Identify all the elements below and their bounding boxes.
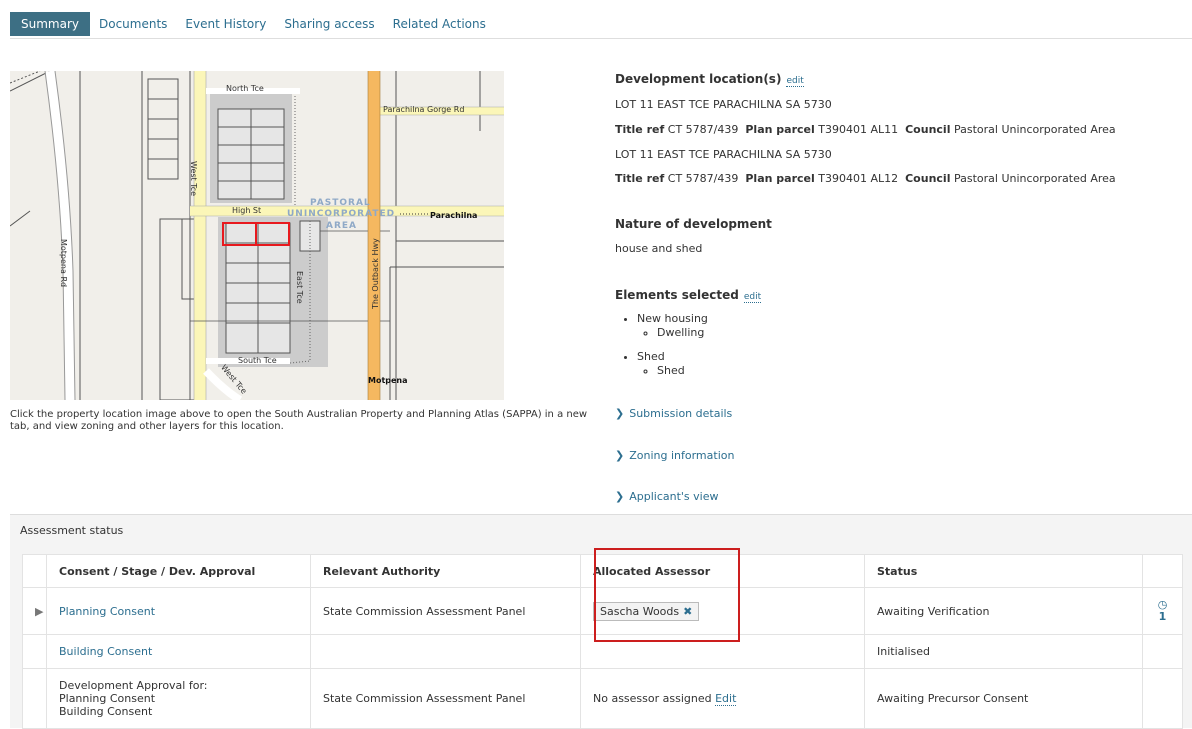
edit-assessor-link[interactable]: Edit — [715, 692, 737, 706]
tab-divider — [10, 38, 1192, 39]
assessor-chip: Sascha Woods ✖ — [593, 601, 700, 621]
development-approval-item: Building Consent — [59, 705, 153, 718]
no-assessor-text: No assessor assigned — [593, 692, 712, 705]
title-ref-label: Title ref — [615, 123, 665, 136]
header-actions — [1142, 554, 1183, 588]
development-approval-item: Planning Consent — [59, 692, 156, 705]
table-row: Development Approval for: Planning Conse… — [22, 668, 1183, 729]
nature-of-development-heading: Nature of development — [615, 217, 772, 231]
plan-parcel-label: Plan parcel — [745, 123, 815, 136]
expander-label: Zoning information — [629, 449, 735, 462]
zoning-information-expander[interactable]: ❯ Zoning information — [615, 449, 734, 462]
plan-parcel-value: T390401 AL12 — [818, 172, 899, 185]
assessment-status-title: Assessment status — [20, 524, 124, 537]
map-label-parachilna: Parachilna — [430, 211, 478, 220]
council-label: Council — [905, 123, 951, 136]
element-label: New housing — [637, 312, 708, 325]
tab-summary[interactable]: Summary — [10, 12, 90, 36]
header-assessor: Allocated Assessor — [580, 554, 865, 588]
plan-parcel-value: T390401 AL11 — [818, 123, 899, 136]
map-label-pastoral: PASTORAL — [310, 198, 371, 208]
list-item: Shed Shed — [637, 350, 708, 378]
development-approval-cell: Development Approval for: Planning Conse… — [46, 668, 311, 729]
map-label-the-outback-hwy: The Outback Hwy — [371, 238, 380, 309]
council-value: Pastoral Unincorporated Area — [953, 172, 1116, 185]
header-consent: Consent / Stage / Dev. Approval — [46, 554, 311, 588]
plan-parcel-label: Plan parcel — [745, 172, 815, 185]
location-parcel-2: Title ref CT 5787/439 Plan parcel T39040… — [615, 172, 1116, 185]
list-item: Shed — [657, 364, 708, 378]
status-cell: Initialised — [864, 634, 1143, 669]
planning-consent-link[interactable]: Planning Consent — [59, 605, 155, 618]
building-consent-link[interactable]: Building Consent — [59, 645, 152, 658]
elements-selected-heading: Elements selected — [615, 288, 739, 302]
table-row: Building Consent Initialised — [22, 634, 1183, 669]
map-label-motpena: Motpena — [368, 376, 408, 385]
chevron-right-icon: ❯ — [615, 407, 625, 420]
history-cell[interactable]: ◷ 1 — [1142, 587, 1183, 635]
tab-sharing-access[interactable]: Sharing access — [275, 12, 383, 36]
authority-cell: State Commission Assessment Panel — [310, 587, 581, 635]
location-parcel-1: Title ref CT 5787/439 Plan parcel T39040… — [615, 123, 1116, 136]
location-address-2: LOT 11 EAST TCE PARACHILNA SA 5730 — [615, 148, 832, 161]
status-cell: Awaiting Precursor Consent — [864, 668, 1143, 729]
tab-bar: Summary Documents Event History Sharing … — [10, 12, 495, 36]
map-label-south-tce: South Tce — [238, 356, 277, 365]
header-status: Status — [864, 554, 1143, 588]
table-header-row: Consent / Stage / Dev. Approval Relevant… — [22, 554, 1183, 588]
map-label-parachilna-gorge-rd: Parachilna Gorge Rd — [383, 105, 465, 114]
elements-list: New housing Dwelling Shed Shed — [615, 312, 708, 378]
assessment-table: Consent / Stage / Dev. Approval Relevant… — [22, 554, 1183, 729]
triangle-right-icon[interactable]: ▶ — [22, 587, 47, 635]
expander-label: Applicant's view — [629, 490, 719, 503]
chevron-right-icon: ❯ — [615, 490, 625, 503]
edit-elements-link[interactable]: edit — [743, 292, 762, 303]
assessor-cell: No assessor assigned Edit — [580, 668, 865, 729]
map-label-motpena-rd: Motpena Rd — [59, 239, 68, 288]
map-graphic — [10, 71, 504, 400]
location-address-1: LOT 11 EAST TCE PARACHILNA SA 5730 — [615, 98, 832, 111]
assessor-name: Sascha Woods — [600, 604, 680, 618]
map-label-west-tce: West Tce — [189, 161, 198, 197]
map-label-unincorporated: UNINCORPORATED — [287, 209, 396, 219]
list-item: New housing Dwelling — [637, 312, 708, 340]
chevron-right-icon: ❯ — [615, 449, 625, 462]
assessor-cell — [580, 634, 865, 669]
title-ref-value: CT 5787/439 — [667, 172, 739, 185]
council-label: Council — [905, 172, 951, 185]
council-value: Pastoral Unincorporated Area — [953, 123, 1116, 136]
authority-cell: State Commission Assessment Panel — [310, 668, 581, 729]
map-caption: Click the property location image above … — [10, 409, 588, 432]
map-label-north-tce: North Tce — [226, 84, 264, 93]
map-label-east-tce: East Tce — [295, 271, 304, 304]
assessment-status-panel: Assessment status Consent / Stage / Dev.… — [10, 514, 1192, 729]
header-authority: Relevant Authority — [310, 554, 581, 588]
property-location-map[interactable]: North Tce Parachilna Gorge Rd West Tce H… — [10, 71, 504, 400]
map-label-high-st: High St — [232, 206, 262, 215]
development-location-heading: Development location(s) — [615, 72, 782, 86]
expander-label: Submission details — [629, 407, 733, 420]
tab-related-actions[interactable]: Related Actions — [384, 12, 495, 36]
title-ref-value: CT 5787/439 — [667, 123, 739, 136]
list-item: Dwelling — [657, 326, 708, 340]
table-row: ▶ Planning Consent State Commission Asse… — [22, 587, 1183, 635]
map-label-area: AREA — [326, 221, 358, 231]
status-cell: Awaiting Verification — [864, 587, 1143, 635]
element-label: Shed — [637, 350, 665, 363]
applicants-view-expander[interactable]: ❯ Applicant's view — [615, 490, 718, 503]
assessor-cell: Sascha Woods ✖ — [580, 587, 865, 635]
submission-details-expander[interactable]: ❯ Submission details — [615, 407, 732, 420]
history-count: 1 — [1158, 610, 1167, 623]
tab-documents[interactable]: Documents — [90, 12, 176, 36]
authority-cell — [310, 634, 581, 669]
edit-location-link[interactable]: edit — [786, 76, 804, 87]
x-icon[interactable]: ✖ — [683, 605, 692, 618]
header-expand — [22, 554, 47, 588]
tab-event-history[interactable]: Event History — [176, 12, 275, 36]
nature-of-development-value: house and shed — [615, 242, 703, 255]
title-ref-label: Title ref — [615, 172, 665, 185]
development-approval-label: Development Approval for: — [59, 679, 208, 692]
